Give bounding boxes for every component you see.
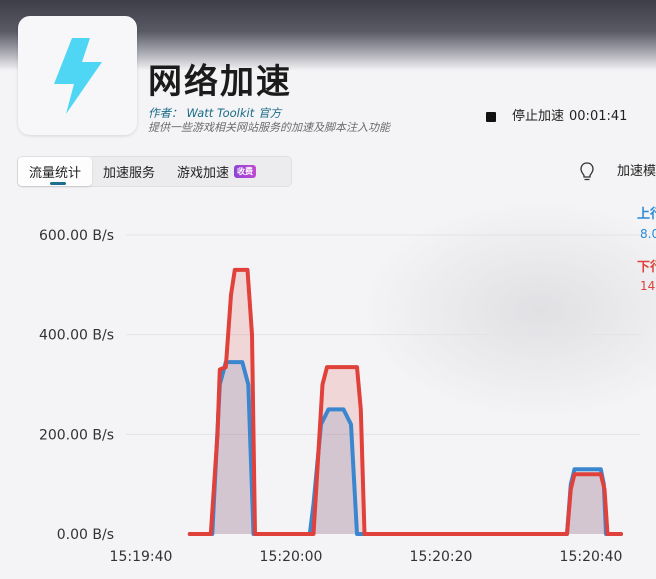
tab-game-acceleration[interactable]: 游戏加速 收费 — [166, 157, 267, 186]
author-suffix: 官方 — [258, 106, 282, 120]
tab-label: 流量统计 — [29, 166, 82, 181]
legend-download-label: 下行 — [637, 260, 656, 275]
y-tick-label: 600.00 B/s — [39, 228, 114, 244]
tab-acceleration-service[interactable]: 加速服务 — [92, 157, 166, 186]
acceleration-mode-label[interactable]: 加速模 — [617, 163, 656, 181]
legend-download-value: 14. — [640, 279, 656, 293]
x-tick-label: 15:20:40 — [560, 549, 623, 565]
x-tick-label: 15:20:20 — [410, 549, 473, 565]
page-title: 网络加速 — [148, 62, 292, 102]
author-line: 作者： Watt Toolkit 官方 — [148, 106, 285, 120]
y-tick-label: 0.00 B/s — [57, 527, 114, 543]
y-tick-label: 400.00 B/s — [39, 328, 114, 344]
stop-icon — [486, 112, 496, 122]
paid-badge: 收费 — [234, 165, 257, 178]
x-tick-label: 15:20:00 — [260, 549, 323, 565]
series-line — [187, 267, 623, 536]
stop-label: 停止加速 — [512, 109, 565, 124]
app-icon-card — [18, 16, 137, 135]
lightning-bolt-icon — [54, 38, 102, 114]
author-prefix: 作者： — [148, 106, 183, 120]
tab-traffic-stats[interactable]: 流量统计 — [18, 157, 93, 186]
x-tick-label: 15:19:40 — [110, 549, 173, 565]
lightbulb-icon[interactable] — [578, 161, 596, 183]
legend-upload-value: 8.0 — [640, 227, 656, 241]
tab-label: 加速服务 — [103, 166, 156, 181]
stop-acceleration-button[interactable]: 停止加速 00:01:41 — [486, 108, 627, 126]
tab-bar: 流量统计 加速服务 游戏加速 收费 — [17, 156, 292, 187]
elapsed-time: 00:01:41 — [569, 109, 628, 124]
tab-label: 游戏加速 — [177, 166, 230, 181]
page-description: 提供一些游戏相关网站服务的加速及脚本注入功能 — [148, 121, 390, 134]
traffic-chart: 0.00 B/s 200.00 B/s 400.00 B/s 600.00 B/s 15… — [39, 228, 640, 565]
legend-upload-label: 上行 — [637, 207, 656, 222]
y-tick-label: 200.00 B/s — [39, 427, 114, 443]
author-link[interactable]: Watt Toolkit — [187, 106, 255, 120]
